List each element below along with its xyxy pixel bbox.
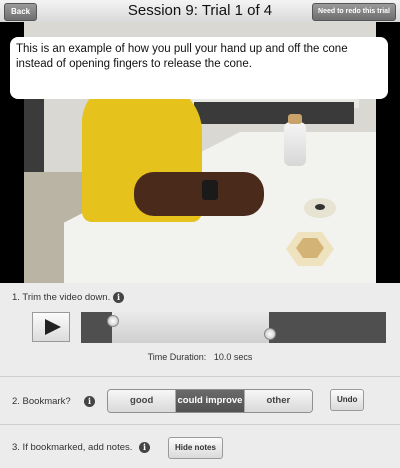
divider	[0, 376, 400, 377]
divider	[0, 424, 400, 425]
info-icon[interactable]: i	[113, 292, 124, 303]
play-button[interactable]	[32, 312, 70, 342]
scene-arm	[134, 172, 264, 216]
scene-back-table	[194, 102, 354, 124]
hide-notes-button[interactable]: Hide notes	[168, 437, 223, 459]
trim-start-handle[interactable]	[107, 315, 119, 327]
trim-slider[interactable]	[81, 312, 386, 343]
redo-trial-button[interactable]: Need to redo this trial	[312, 3, 396, 21]
duration-label: Time Duration:	[147, 352, 207, 362]
duration-value: 10.0	[213, 352, 232, 362]
scene-wrist-band	[202, 180, 218, 200]
bookmark-option-could-improve[interactable]: could improve	[176, 390, 245, 412]
info-icon[interactable]: i	[139, 442, 150, 453]
trim-label: 1. Trim the video down.	[12, 292, 111, 303]
play-icon	[45, 319, 61, 335]
scene-disc-center	[315, 204, 325, 210]
bookmark-segmented-control[interactable]: good could improve other	[107, 389, 313, 413]
trim-selection	[112, 312, 269, 343]
scene-cone-top	[288, 114, 302, 124]
undo-button[interactable]: Undo	[330, 389, 365, 411]
notes-label: 3. If bookmarked, add notes.	[12, 442, 133, 453]
time-duration: Time Duration: 10.0 secs	[0, 352, 400, 362]
info-icon[interactable]: i	[84, 396, 95, 407]
bookmark-option-other[interactable]: other	[244, 390, 312, 412]
scene-cone	[284, 122, 306, 166]
video-caption: This is an example of how you pull your …	[10, 37, 388, 99]
bookmark-option-good[interactable]: good	[108, 390, 177, 412]
duration-unit: secs	[233, 352, 253, 362]
bookmark-label: 2. Bookmark?	[12, 396, 71, 407]
trim-end-handle[interactable]	[264, 328, 276, 340]
navigation-bar: Back Session 9: Trial 1 of 4 Need to red…	[0, 0, 400, 23]
